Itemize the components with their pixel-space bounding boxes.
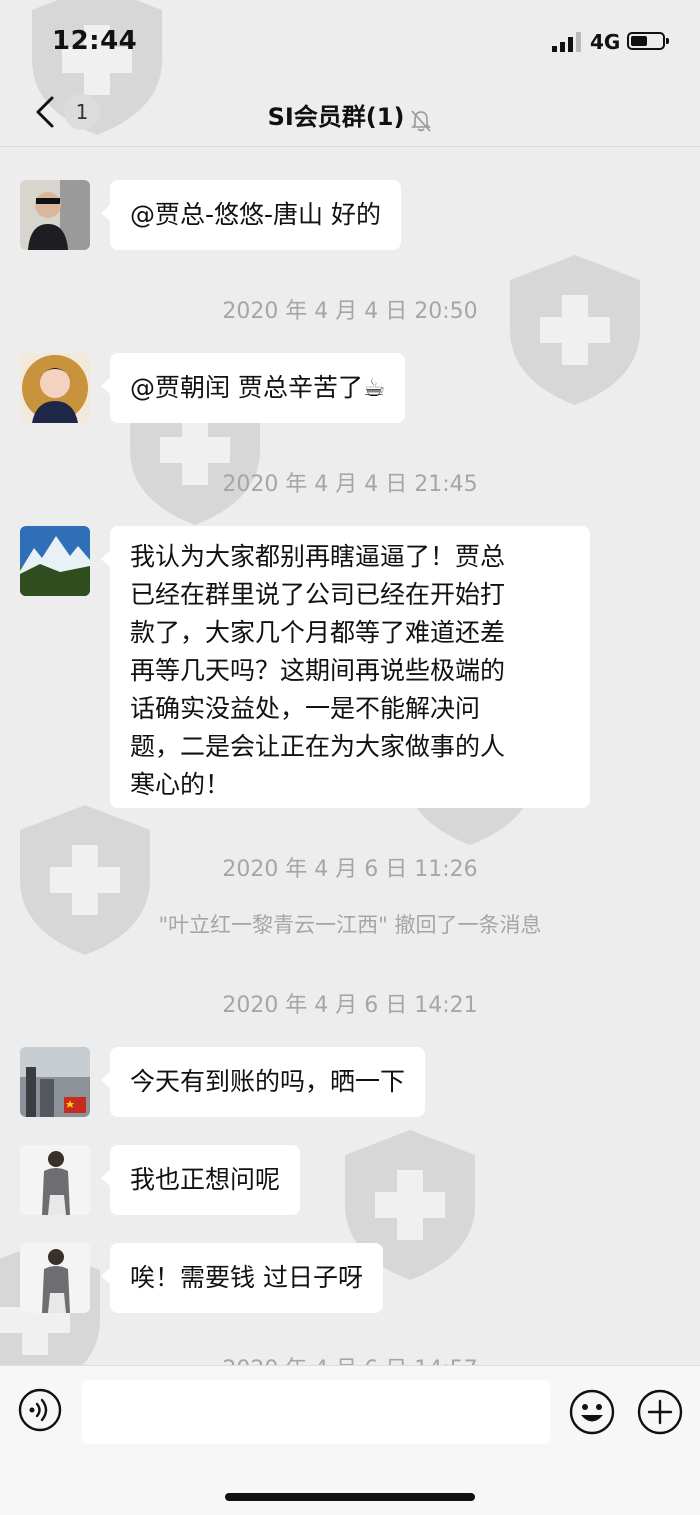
network-type: 4G xyxy=(590,30,621,54)
avatar[interactable] xyxy=(20,1243,90,1313)
message-bubble[interactable]: @贾朝闰 贾总辛苦了☕ xyxy=(100,353,406,423)
timestamp: 2020 年 4 月 4 日 20:50 xyxy=(222,299,478,324)
status-time: 12:44 xyxy=(52,26,138,56)
message-bubble[interactable]: @贾总-悠悠-唐山 好的 xyxy=(101,180,401,250)
nav-divider xyxy=(0,146,700,147)
timestamp: 2020 年 4 月 6 日 14:57 xyxy=(0,1351,700,1365)
message-bubble[interactable]: 唉！需要钱 过日子呀 xyxy=(101,1243,383,1313)
home-indicator[interactable] xyxy=(225,1493,475,1501)
message-line: 款了，大家几个月都等了难道还差 xyxy=(130,618,506,647)
status-bar: 12:44 4G xyxy=(0,0,700,80)
message-line: 再等几天吗？这期间再说些极端的 xyxy=(130,656,506,685)
smiley-icon[interactable] xyxy=(568,1388,616,1436)
recall-notice: "叶立红一黎青云一江西" 撤回了一条消息 xyxy=(158,913,542,937)
message-line: 已经在群里说了公司已经在开始打 xyxy=(130,580,506,609)
bell-off-icon xyxy=(411,109,432,132)
message-line: 寒心的！ xyxy=(130,770,231,799)
input-bar xyxy=(0,1365,700,1515)
avatar[interactable] xyxy=(20,1145,90,1215)
message-bubble[interactable]: 我认为大家都别再瞎逼逼了！贾总 已经在群里说了公司已经在开始打 款了，大家几个月… xyxy=(101,526,590,808)
message-input[interactable] xyxy=(82,1380,550,1444)
message-bubble[interactable]: 我也正想问呢 xyxy=(100,1145,301,1215)
message-line: 我认为大家都别再瞎逼逼了！贾总 xyxy=(130,542,506,571)
message-bubble[interactable]: 今天有到账的吗，晒一下 xyxy=(100,1047,426,1117)
message-line: 题，二是会让正在为大家做事的人 xyxy=(130,732,506,761)
chat-title-wrap[interactable]: SI会员群(1) xyxy=(0,97,700,133)
timestamp: 2020 年 4 月 6 日 11:26 xyxy=(222,857,478,882)
voice-icon[interactable] xyxy=(18,1388,62,1432)
avatar[interactable] xyxy=(20,180,90,250)
plus-icon[interactable] xyxy=(636,1388,684,1436)
chat-title: SI会员群(1) xyxy=(267,103,405,131)
battery-icon xyxy=(627,32,669,50)
signal-icon xyxy=(552,32,581,52)
nav-bar: 1 SI会员群(1) xyxy=(0,80,700,146)
timestamp: 2020 年 4 月 6 日 14:21 xyxy=(222,993,478,1018)
avatar[interactable] xyxy=(20,353,90,423)
avatar[interactable] xyxy=(20,526,90,596)
timestamp: 2020 年 4 月 4 日 21:45 xyxy=(222,472,478,497)
avatar[interactable] xyxy=(20,1047,90,1117)
message-list[interactable]: @贾总-悠悠-唐山 好的 2020 年 4 月 4 日 20:50 @贾朝闰 贾… xyxy=(0,147,700,1365)
message-line: 话确实没益处，一是不能解决问 xyxy=(130,694,481,723)
